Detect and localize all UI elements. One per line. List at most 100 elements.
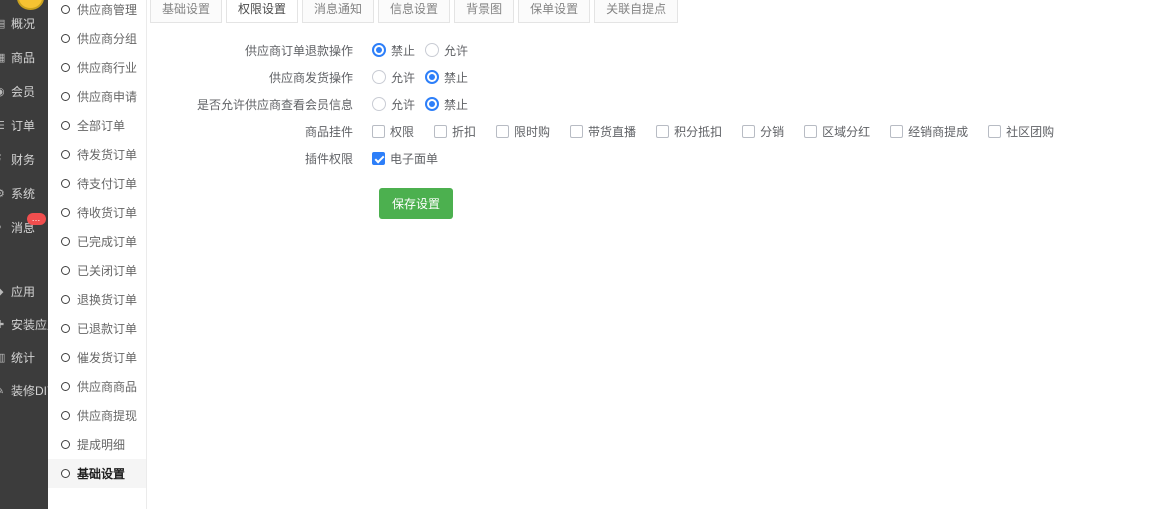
form-row-supplier-view-member-info: 是否允许供应商查看会员信息允许禁止	[150, 95, 1169, 113]
sidebar-item-member[interactable]: ◉会员	[0, 74, 48, 108]
submenu-item[interactable]: 全部订单	[48, 111, 146, 140]
tab-linked-pickup-point[interactable]: 关联自提点	[594, 0, 678, 23]
option-label: 电子面单	[390, 150, 438, 167]
checkbox-option[interactable]: 限时购	[496, 123, 550, 140]
circle-bullet-icon	[61, 266, 70, 275]
primary-sidebar: ▤概况 ▦ 商品 ◉会员☰订单¥财务⚙系统●消息… ◆应用✚安装应用▥统计 ✎ 装修DIY	[0, 0, 48, 509]
sidebar-item-goods[interactable]: ▦ 商品	[0, 40, 48, 74]
sidebar-item-apps[interactable]: ◆应用	[0, 275, 48, 308]
sidebar-item-statistics[interactable]: ▥统计	[0, 341, 48, 374]
checkbox-unchecked-icon[interactable]	[434, 125, 447, 138]
submenu-item[interactable]: 催发货订单	[48, 343, 146, 372]
sidebar-item-label: 系统	[11, 185, 35, 202]
radio-option[interactable]: 允许	[372, 96, 415, 113]
overview-icon: ▤	[0, 17, 7, 30]
goods-icon: ▦	[0, 51, 7, 64]
circle-bullet-icon	[61, 411, 70, 420]
submenu-item[interactable]: 待支付订单	[48, 169, 146, 198]
message-icon: ●	[0, 221, 7, 233]
sidebar-item-label: 装修DIY	[11, 382, 48, 399]
supplier-delivery-radio-group: 允许禁止	[365, 69, 478, 86]
radio-option[interactable]: 允许	[372, 69, 415, 86]
save-settings-button[interactable]: 保存设置	[379, 188, 453, 219]
submenu-item[interactable]: 供应商提现	[48, 401, 146, 430]
sidebar-item-label: 财务	[11, 151, 35, 168]
circle-bullet-icon	[61, 92, 70, 101]
sidebar-item-label: 应用	[11, 283, 35, 300]
sidebar-item-message[interactable]: ●消息…	[0, 210, 48, 244]
sidebar-group-1: ◆应用✚安装应用▥统计 ✎ 装修DIY	[0, 275, 48, 407]
sidebar-item-label: 会员	[11, 83, 35, 100]
checkbox-option[interactable]: 权限	[372, 123, 414, 140]
submenu-item-label: 供应商商品	[77, 378, 137, 395]
radio-checked-icon[interactable]	[372, 43, 386, 57]
checkbox-unchecked-icon[interactable]	[372, 125, 385, 138]
message-badge: …	[27, 213, 46, 225]
checkbox-option[interactable]: 分销	[742, 123, 784, 140]
option-label: 禁止	[444, 96, 468, 113]
checkbox-unchecked-icon[interactable]	[804, 125, 817, 138]
checkbox-unchecked-icon[interactable]	[742, 125, 755, 138]
submenu-item[interactable]: 供应商行业	[48, 53, 146, 82]
submenu-item-label: 供应商管理	[77, 1, 137, 18]
submenu-item[interactable]: 基础设置	[48, 459, 146, 488]
checkbox-option[interactable]: 经销商提成	[890, 123, 968, 140]
sidebar-item-finance[interactable]: ¥财务	[0, 142, 48, 176]
tab-background-image[interactable]: 背景图	[454, 0, 514, 23]
checkbox-option[interactable]: 积分抵扣	[656, 123, 722, 140]
submenu-item[interactable]: 待发货订单	[48, 140, 146, 169]
checkbox-option[interactable]: 带货直播	[570, 123, 636, 140]
tab-permission-settings[interactable]: 权限设置	[226, 0, 298, 23]
goods-widgets-checkbox-group: 权限 折扣 限时购 带货直播 积分抵扣 分销 区域分红 经销商提成 社区团购	[365, 123, 1074, 140]
submenu-item[interactable]: 已关闭订单	[48, 256, 146, 285]
tab-basic-settings[interactable]: 基础设置	[150, 0, 222, 23]
checkbox-unchecked-icon[interactable]	[570, 125, 583, 138]
option-label: 经销商提成	[908, 123, 968, 140]
radio-option[interactable]: 允许	[425, 42, 468, 59]
radio-unchecked-icon[interactable]	[425, 43, 439, 57]
submenu-item[interactable]: 供应商管理	[48, 0, 146, 24]
sidebar-group-0: ▤概况 ▦ 商品 ◉会员☰订单¥财务⚙系统●消息…	[0, 6, 48, 244]
checkbox-unchecked-icon[interactable]	[988, 125, 1001, 138]
radio-checked-icon[interactable]	[425, 97, 439, 111]
sidebar-item-label: 商品	[11, 49, 35, 66]
checkbox-option[interactable]: 折扣	[434, 123, 476, 140]
sidebar-item-overview[interactable]: ▤概况	[0, 6, 48, 40]
option-label: 限时购	[514, 123, 550, 140]
radio-unchecked-icon[interactable]	[372, 97, 386, 111]
sidebar-item-order[interactable]: ☰订单	[0, 108, 48, 142]
tab-message-notify[interactable]: 消息通知	[302, 0, 374, 23]
submenu-item[interactable]: 供应商商品	[48, 372, 146, 401]
radio-option[interactable]: 禁止	[425, 96, 468, 113]
checkbox-option[interactable]: 区域分红	[804, 123, 870, 140]
submenu-item[interactable]: 供应商分组	[48, 24, 146, 53]
sidebar-item-system[interactable]: ⚙系统	[0, 176, 48, 210]
checkbox-checked-icon[interactable]	[372, 152, 385, 165]
checkbox-unchecked-icon[interactable]	[890, 125, 903, 138]
submenu-item[interactable]: 待收货订单	[48, 198, 146, 227]
order-icon: ☰	[0, 119, 7, 132]
submenu-item[interactable]: 退换货订单	[48, 285, 146, 314]
radio-option[interactable]: 禁止	[425, 69, 468, 86]
sidebar-item-label: 安装应用	[11, 316, 48, 333]
tab-info-settings[interactable]: 信息设置	[378, 0, 450, 23]
checkbox-option[interactable]: 电子面单	[372, 150, 438, 167]
submenu-item[interactable]: 供应商申请	[48, 82, 146, 111]
radio-unchecked-icon[interactable]	[372, 70, 386, 84]
sidebar-item-install-apps[interactable]: ✚安装应用	[0, 308, 48, 341]
radio-option[interactable]: 禁止	[372, 42, 415, 59]
checkbox-unchecked-icon[interactable]	[496, 125, 509, 138]
sidebar-item-decorate-diy[interactable]: ✎ 装修DIY	[0, 374, 48, 407]
checkbox-option[interactable]: 社区团购	[988, 123, 1054, 140]
radio-checked-icon[interactable]	[425, 70, 439, 84]
option-label: 区域分红	[822, 123, 870, 140]
submenu-item[interactable]: 已完成订单	[48, 227, 146, 256]
checkbox-unchecked-icon[interactable]	[656, 125, 669, 138]
diy-icon: ✎	[0, 384, 7, 397]
circle-bullet-icon	[61, 382, 70, 391]
submenu-item[interactable]: 已退款订单	[48, 314, 146, 343]
option-label: 禁止	[391, 42, 415, 59]
circle-bullet-icon	[61, 121, 70, 130]
tab-warranty-settings[interactable]: 保单设置	[518, 0, 590, 23]
submenu-item[interactable]: 提成明细	[48, 430, 146, 459]
